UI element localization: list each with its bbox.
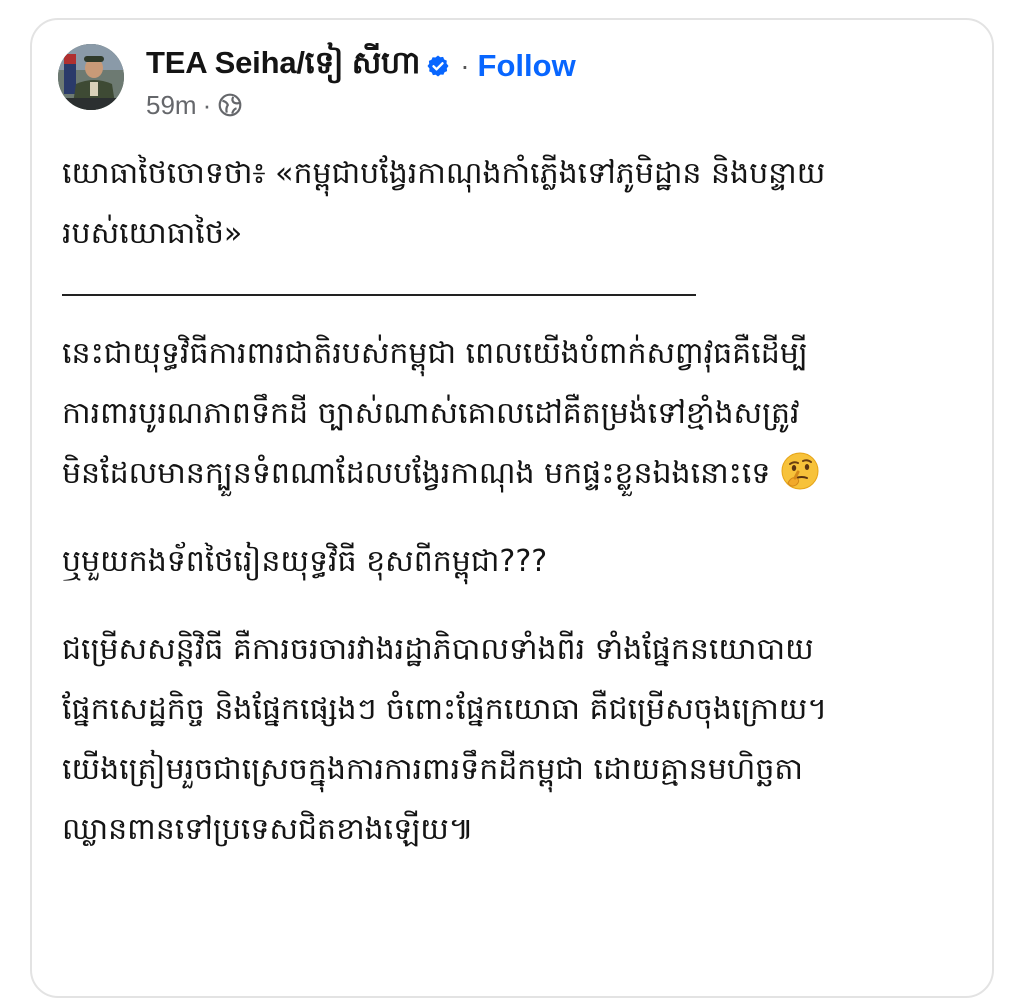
thinking-face-emoji [781,452,819,490]
post-paragraph-2: នេះជាយុទ្ធវិធីការពារជាតិរបស់កម្ពុជា ពេលយ… [62,324,972,504]
post-paragraph-3: ឬមួយកងទ័ពថៃរៀនយុទ្ធវិធី ខុសពីកម្ពុជា??? [62,532,972,592]
author-row: TEA Seiha/ទៀ សីហា · Follow [146,44,576,89]
text-line: មិនដែលមានក្បួនទំពណាដែលបង្វែរកាណុង មកផ្ទះ… [62,456,771,491]
post-meta: 59m · [146,90,243,120]
text-line: ជម្រើសសន្តិវិធី គឺការចរចារវាងរដ្ឋាភិបាលទ… [62,632,814,667]
avatar[interactable] [58,44,124,110]
text-line: យោធាថៃចោទថា៖ «កម្ពុជាបង្វែរកាណុងកាំភ្លើង… [62,156,826,191]
text-line: ផ្នែកសេដ្ឋកិច្ច និងផ្នែកផ្សេងៗ ចំពោះផ្នែ… [62,692,828,727]
avatar-image [58,44,124,110]
post-header: TEA Seiha/ទៀ សីហា · Follow 59m · [58,44,972,144]
text-line: របស់យោធាថៃ» [62,216,243,251]
post-body: យោធាថៃចោទថា៖ «កម្ពុជាបង្វែរកាណុងកាំភ្លើង… [62,144,972,860]
post-paragraph-1: យោធាថៃចោទថា៖ «កម្ពុជាបង្វែរកាណុងកាំភ្លើង… [62,144,972,264]
text-line: យើងត្រៀមរួចជាស្រេចក្នុងការការពារទឹកដីកម្… [62,752,803,787]
post-card: TEA Seiha/ទៀ សីហា · Follow 59m · យោធាថៃច… [30,18,994,998]
text-line: នេះជាយុទ្ធវិធីការពារជាតិរបស់កម្ពុជា ពេលយ… [62,336,808,371]
text-line-with-emoji: មិនដែលមានក្បួនទំពណាដែលបង្វែរកាណុង មកផ្ទះ… [62,444,972,504]
verified-badge-icon [427,55,449,77]
text-line: ឈ្លានពានទៅប្រទេសជិតខាងឡើយ៕ [62,812,474,847]
follow-button[interactable]: Follow [478,48,576,84]
text-line: ការពារបូរណភាពទឹកដី ច្បាស់ណាស់គោលដៅគឺតម្រ… [62,396,800,431]
separator-dot: · [460,50,470,81]
post-paragraph-4: ជម្រើសសន្តិវិធី គឺការចរចារវាងរដ្ឋាភិបាលទ… [62,620,972,860]
globe-icon[interactable] [217,92,243,118]
meta-separator-dot: · [202,89,212,120]
text-line: ឬមួយកងទ័ពថៃរៀនយុទ្ធវិធី ខុសពីកម្ពុជា??? [62,544,548,579]
author-name[interactable]: TEA Seiha/ទៀ សីហា [146,44,420,89]
divider-line [62,264,972,324]
post-timestamp[interactable]: 59m [146,90,197,121]
